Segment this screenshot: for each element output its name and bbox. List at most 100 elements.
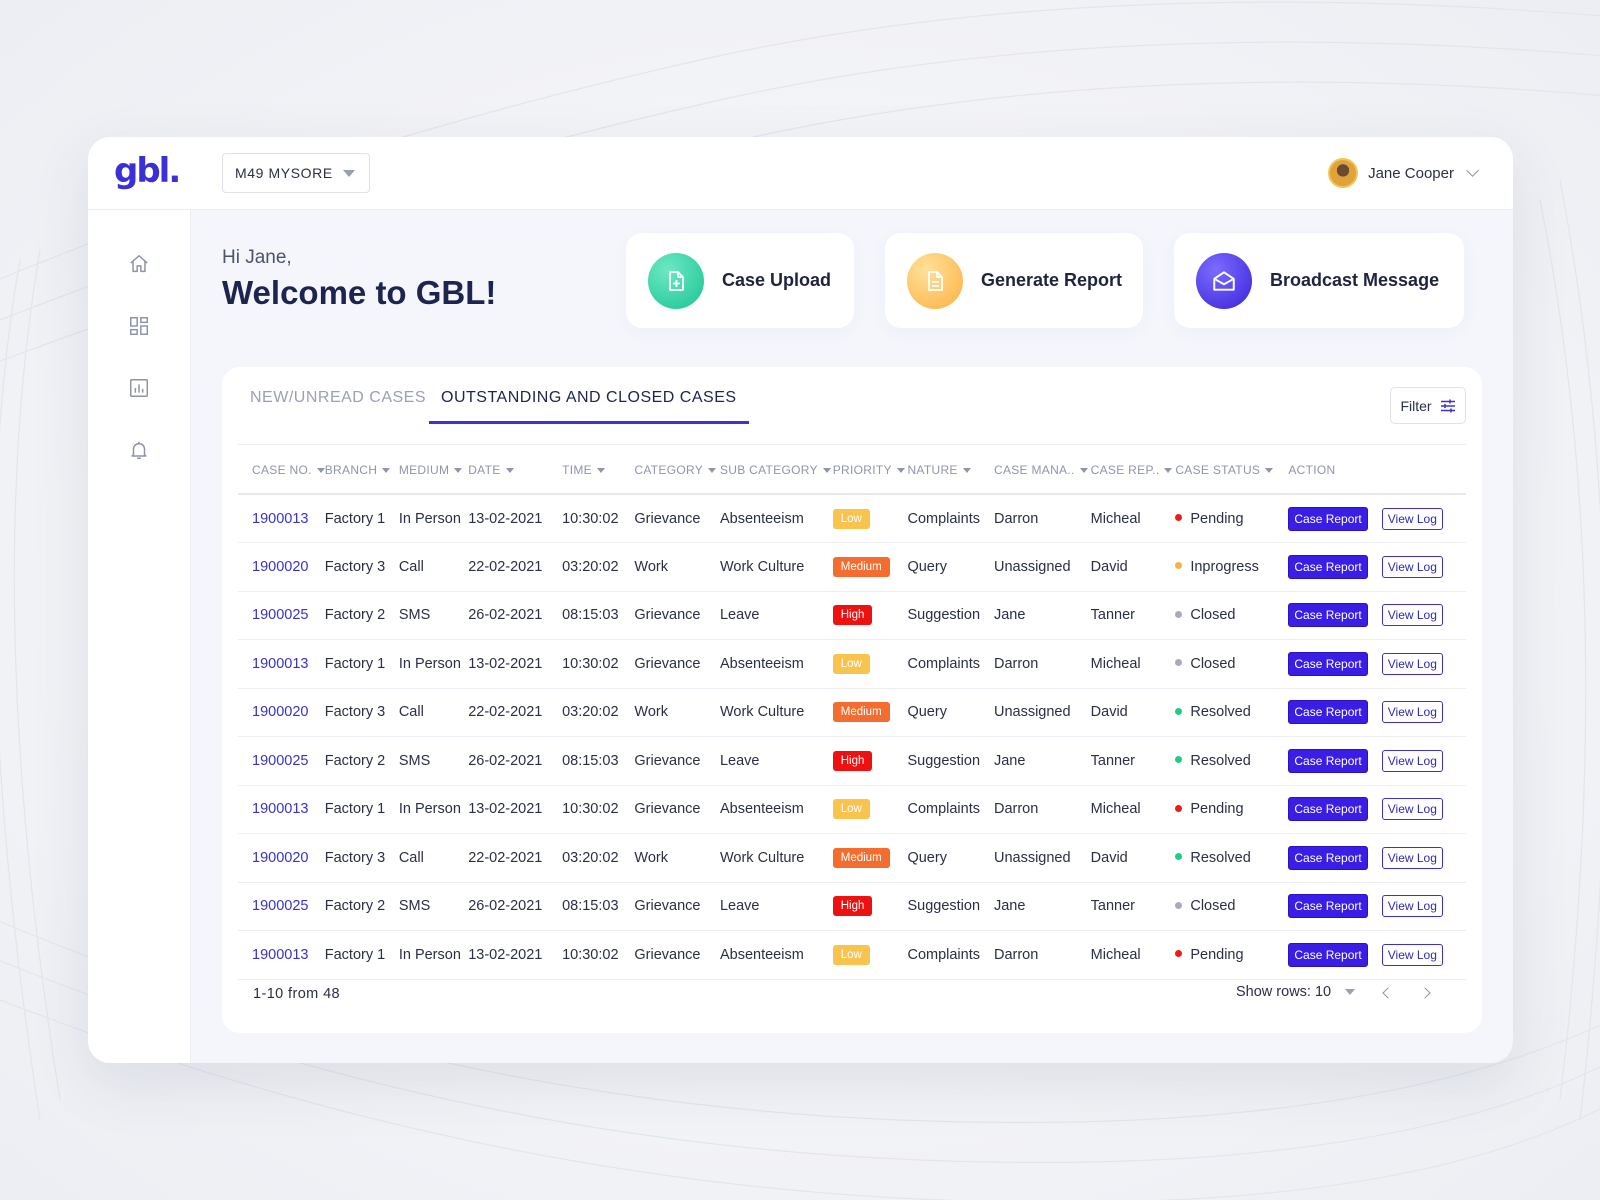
cell-status: Inprogress (1175, 542, 1283, 592)
cell-case[interactable]: 1900025 (238, 591, 325, 640)
next-page-button[interactable] (1415, 983, 1435, 1003)
column-header[interactable]: ACTION (1282, 447, 1466, 495)
table-row[interactable]: 1900025 Factory 2 SMS 26-02-2021 08:15:03 Gri… (238, 591, 1466, 640)
table-header-row: CASE NO. BRANCH MEDIUM DATE TIME CATEGORY SUB … (238, 447, 1466, 495)
branch-select[interactable]: M49 MYSORE (222, 153, 370, 193)
cell-nature: Query (907, 542, 994, 592)
view-log-button[interactable]: View Log (1381, 749, 1443, 772)
column-header[interactable]: CASE NO. (238, 447, 325, 495)
cell-case[interactable]: 1900013 (238, 785, 325, 834)
dashboard-icon[interactable] (128, 315, 150, 337)
cell-sub: Leave (719, 736, 833, 786)
column-header[interactable]: BRANCH (324, 447, 399, 495)
status-dot-icon (1175, 901, 1183, 909)
column-header[interactable]: PRIORITY (832, 447, 908, 495)
view-log-button[interactable]: View Log (1381, 943, 1443, 966)
table-row[interactable]: 1900013 Factory 1 In Person 13-02-2021 10:30… (238, 785, 1466, 834)
view-log-button[interactable]: View Log (1381, 555, 1443, 578)
column-header[interactable]: CASE MANA.. (993, 447, 1091, 495)
cell-case[interactable]: 1900025 (238, 882, 325, 931)
case-report-button[interactable]: Case Report (1288, 700, 1368, 725)
table-row[interactable]: 1900020 Factory 3 Call 22-02-2021 03:20:02 Wo… (238, 833, 1466, 883)
column-header[interactable]: MEDIUM (398, 447, 469, 495)
cell-status: Pending (1175, 930, 1283, 980)
table-row[interactable]: 1900013 Factory 1 In Person 13-02-2021 10:30… (238, 930, 1466, 980)
caret-down-icon (1345, 989, 1356, 995)
column-header[interactable]: CATEGORY (634, 447, 720, 495)
broadcast-message-card[interactable]: Broadcast Message (1174, 233, 1464, 328)
cell-rep: David (1090, 542, 1176, 592)
cell-case[interactable]: 1900013 (238, 639, 325, 689)
case-report-button[interactable]: Case Report (1288, 651, 1368, 676)
case-report-button[interactable]: Case Report (1288, 554, 1368, 579)
view-log-button[interactable]: View Log (1381, 652, 1443, 675)
tab-outstanding-closed[interactable]: OUTSTANDING AND CLOSED CASES (429, 389, 749, 424)
cell-rep: Micheal (1090, 785, 1176, 834)
cell-action: Case Report View Log (1282, 639, 1466, 689)
view-log-button[interactable]: View Log (1381, 507, 1443, 530)
status-text: Pending (1190, 510, 1244, 527)
case-report-button[interactable]: Case Report (1288, 603, 1368, 628)
cell-date: 22-02-2021 (468, 688, 563, 737)
table-row[interactable]: 1900020 Factory 3 Call 22-02-2021 03:20:02 Wo… (238, 542, 1466, 592)
view-log-button[interactable]: View Log (1381, 846, 1443, 869)
filter-button[interactable]: Filter (1390, 387, 1466, 424)
case-report-button[interactable]: Case Report (1288, 894, 1368, 919)
sort-caret-icon (454, 468, 463, 474)
case-report-button[interactable]: Case Report (1288, 748, 1368, 773)
table-row[interactable]: 1900025 Factory 2 SMS 26-02-2021 08:15:03 Gri… (238, 736, 1466, 786)
gbl-logo[interactable]: gbl. (114, 151, 181, 191)
cell-nature: Suggestion (907, 736, 994, 786)
table-row[interactable]: 1900025 Factory 2 SMS 26-02-2021 08:15:03 Gri… (238, 882, 1466, 931)
prev-page-button[interactable] (1378, 983, 1398, 1003)
view-log-button[interactable]: View Log (1381, 701, 1443, 724)
cell-case[interactable]: 1900025 (238, 736, 325, 786)
column-header-label: PRIORITY (832, 463, 892, 477)
case-upload-card[interactable]: Case Upload (626, 233, 854, 328)
cell-case[interactable]: 1900013 (238, 930, 325, 980)
tab-new-unread[interactable]: NEW/UNREAD CASES (250, 389, 426, 421)
home-icon[interactable] (128, 253, 150, 275)
file-plus-icon (648, 252, 704, 309)
greeting: Hi Jane, (222, 247, 292, 268)
cell-rep: David (1090, 833, 1176, 883)
column-header[interactable]: TIME (562, 447, 635, 495)
case-report-button[interactable]: Case Report (1288, 506, 1368, 531)
table-row[interactable]: 1900013 Factory 1 In Person 13-02-2021 10:30… (238, 494, 1466, 543)
view-log-button[interactable]: View Log (1381, 895, 1443, 918)
envelope-icon (1196, 252, 1252, 309)
view-log-button[interactable]: View Log (1381, 604, 1443, 627)
cell-branch: Factory 2 (324, 591, 399, 640)
cell-time: 03:20:02 (562, 688, 635, 737)
rows-per-page-select[interactable]: Show rows: 10 (1236, 984, 1356, 1000)
sort-caret-icon (896, 468, 905, 474)
cell-case[interactable]: 1900020 (238, 688, 325, 737)
column-header[interactable]: DATE (468, 447, 563, 495)
cell-category: Work (634, 833, 720, 883)
column-header[interactable]: NATURE (907, 447, 994, 495)
column-header[interactable]: CASE STATUS (1175, 447, 1283, 495)
cell-manager: Darron (993, 639, 1091, 689)
cell-case[interactable]: 1900013 (238, 494, 325, 543)
column-header[interactable]: CASE REP.. (1090, 447, 1176, 495)
column-header[interactable]: SUB CATEGORY (719, 447, 833, 495)
generate-report-card[interactable]: Generate Report (885, 233, 1143, 328)
case-report-button[interactable]: Case Report (1288, 845, 1368, 870)
cell-case[interactable]: 1900020 (238, 833, 325, 883)
cell-nature: Query (907, 688, 994, 737)
bell-icon[interactable] (128, 439, 150, 461)
priority-badge: Medium (832, 847, 890, 868)
sidebar (88, 210, 191, 1063)
table-row[interactable]: 1900020 Factory 3 Call 22-02-2021 03:20:02 Wo… (238, 688, 1466, 737)
user-menu[interactable]: Jane Cooper (1328, 157, 1479, 189)
case-report-button[interactable]: Case Report (1288, 942, 1368, 967)
cell-category: Grievance (634, 882, 720, 931)
cell-date: 26-02-2021 (468, 736, 563, 786)
cell-case[interactable]: 1900020 (238, 542, 325, 592)
chart-icon[interactable] (128, 377, 150, 399)
case-report-button[interactable]: Case Report (1288, 797, 1368, 822)
cell-category: Grievance (634, 494, 720, 543)
status-dot-icon (1175, 659, 1183, 667)
table-row[interactable]: 1900013 Factory 1 In Person 13-02-2021 10:30… (238, 639, 1466, 689)
view-log-button[interactable]: View Log (1381, 798, 1443, 821)
